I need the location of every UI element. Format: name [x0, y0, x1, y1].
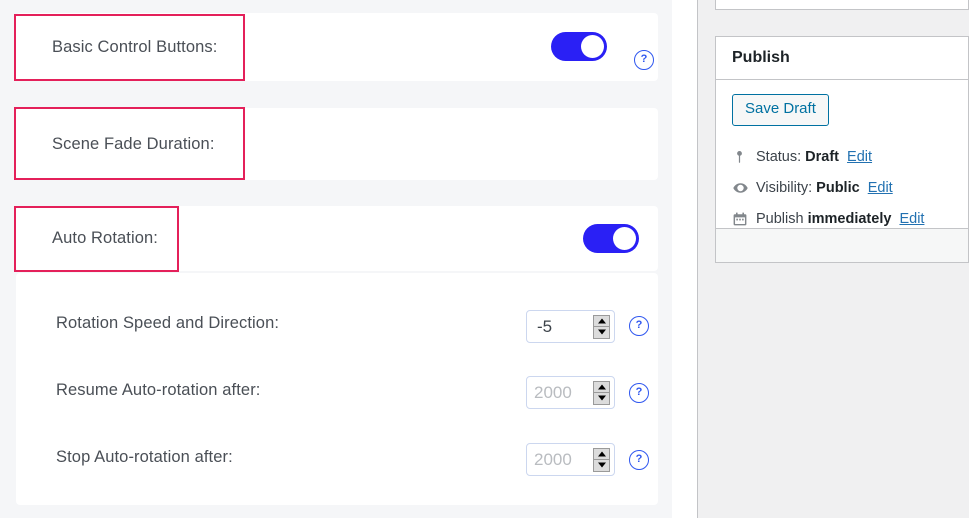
- spinner-resume-auto-rotation[interactable]: [593, 380, 610, 405]
- calendar-icon: [732, 211, 756, 227]
- question-mark-circle-icon-resume-auto-rotation[interactable]: ?: [629, 383, 649, 403]
- spinner-rotation-speed[interactable]: [593, 314, 610, 339]
- setting-card-auto-rotation-options: Rotation Speed and Direction: -5 ? Resum…: [16, 273, 658, 505]
- toggle-basic-control-buttons[interactable]: [551, 32, 607, 61]
- setting-row: Scene Fade Duration:: [16, 108, 658, 180]
- spinner-down-button[interactable]: [594, 392, 609, 404]
- number-input-placeholder: 2000: [534, 382, 572, 402]
- publish-visibility-value: Public: [816, 180, 860, 196]
- setting-card-basic-control-buttons: Basic Control Buttons: ?: [16, 13, 658, 81]
- spinner-up-button[interactable]: [594, 449, 609, 460]
- setting-label-auto-rotation: Auto Rotation:: [52, 229, 158, 247]
- publish-schedule-text: Publish immediately Edit: [756, 211, 924, 227]
- publish-schedule-prefix: Publish: [756, 211, 804, 227]
- edit-status-link[interactable]: Edit: [847, 149, 872, 165]
- wordpress-editor-screen: Basic Control Buttons: ? Scene Fade Dura…: [0, 0, 969, 518]
- help-glyph: ?: [635, 386, 643, 398]
- caret-up-icon: [597, 451, 606, 457]
- question-mark-circle-icon-stop-auto-rotation[interactable]: ?: [629, 450, 649, 470]
- edit-visibility-link[interactable]: Edit: [868, 180, 893, 196]
- number-input-rotation-speed[interactable]: -5: [526, 310, 615, 343]
- toggle-auto-rotation[interactable]: [583, 224, 639, 253]
- setting-row-stop-auto-rotation: Stop Auto-rotation after:: [56, 448, 233, 467]
- publish-status-prefix: Status:: [756, 149, 802, 165]
- publish-metabox: Publish Save Draft Status: Draft Edit Vi…: [715, 36, 969, 263]
- publish-schedule-value: immediately: [807, 211, 892, 227]
- publish-status-text: Status: Draft Edit: [756, 149, 872, 165]
- caret-down-icon: [597, 462, 606, 468]
- spinner-up-button[interactable]: [594, 316, 609, 327]
- number-input-value: -5: [537, 316, 553, 336]
- setting-row-rotation-speed: Rotation Speed and Direction:: [56, 314, 279, 333]
- spinner-down-button[interactable]: [594, 459, 609, 471]
- caret-up-icon: [597, 318, 606, 324]
- spinner-stop-auto-rotation[interactable]: [593, 447, 610, 472]
- caret-down-icon: [597, 395, 606, 401]
- publish-visibility-row: Visibility: Public Edit: [732, 173, 956, 204]
- metabox-above-publish: [715, 0, 969, 10]
- number-input-resume-auto-rotation[interactable]: 2000: [526, 376, 615, 409]
- pin-icon: [732, 149, 756, 165]
- publish-visibility-text: Visibility: Public Edit: [756, 180, 893, 196]
- setting-label-resume-auto-rotation-after: Resume Auto-rotation after:: [56, 381, 261, 399]
- caret-up-icon: [597, 384, 606, 390]
- save-draft-button[interactable]: Save Draft: [732, 94, 829, 126]
- number-input-placeholder: 2000: [534, 449, 572, 469]
- toggle-knob: [581, 35, 604, 58]
- setting-label-rotation-speed-and-direction: Rotation Speed and Direction:: [56, 314, 280, 332]
- spinner-down-button[interactable]: [594, 326, 609, 338]
- publish-status-value: Draft: [805, 149, 840, 165]
- setting-row-resume-auto-rotation: Resume Auto-rotation after:: [56, 381, 260, 400]
- setting-card-auto-rotation: Auto Rotation:: [16, 206, 658, 271]
- question-mark-circle-icon-basic-control-buttons[interactable]: ?: [634, 50, 654, 70]
- setting-label-basic-control-buttons: Basic Control Buttons:: [52, 37, 218, 56]
- caret-down-icon: [597, 329, 606, 335]
- publish-status-list: Status: Draft Edit Visibility: Public Ed…: [732, 142, 956, 235]
- publish-metabox-header: Publish: [716, 37, 968, 80]
- publish-status-row: Status: Draft Edit: [732, 142, 956, 173]
- edit-schedule-link[interactable]: Edit: [899, 211, 924, 227]
- help-glyph: ?: [635, 453, 643, 465]
- help-glyph: ?: [640, 53, 648, 65]
- setting-label-stop-auto-rotation-after: Stop Auto-rotation after:: [56, 448, 233, 466]
- question-mark-circle-icon-rotation-speed[interactable]: ?: [629, 316, 649, 336]
- setting-label-scene-fade-duration: Scene Fade Duration:: [52, 134, 215, 153]
- publish-title: Publish: [732, 49, 790, 66]
- publish-visibility-prefix: Visibility:: [756, 180, 813, 196]
- eye-icon: [732, 180, 756, 196]
- help-glyph: ?: [635, 319, 643, 331]
- spinner-up-button[interactable]: [594, 382, 609, 393]
- publish-metabox-body: Save Draft Status: Draft Edit Visibility…: [716, 80, 968, 235]
- toggle-knob: [613, 227, 636, 250]
- setting-card-scene-fade-duration: Scene Fade Duration: ?: [16, 108, 658, 268]
- number-input-stop-auto-rotation[interactable]: 2000: [526, 443, 615, 476]
- publish-metabox-footer: [716, 228, 968, 262]
- settings-panel: Basic Control Buttons: ? Scene Fade Dura…: [0, 0, 672, 518]
- setting-row: Auto Rotation:: [16, 206, 658, 271]
